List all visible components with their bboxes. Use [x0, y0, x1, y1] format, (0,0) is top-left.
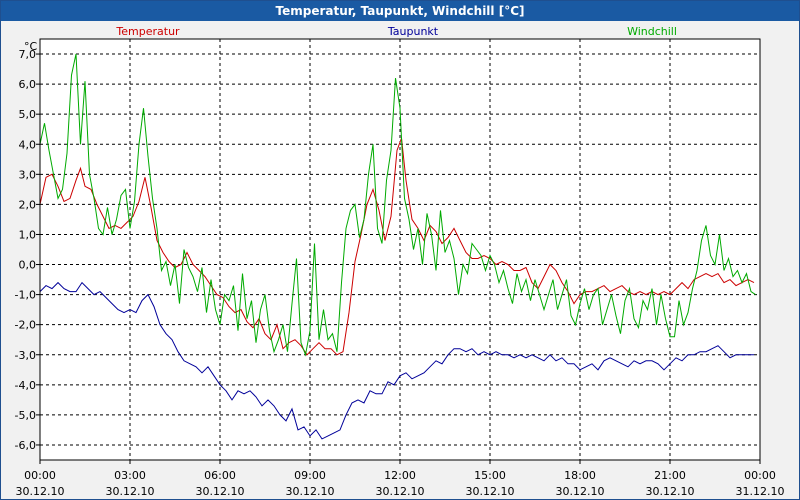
- x-tick-date-label: 30.12.10: [556, 485, 605, 498]
- y-tick-label: 3,0: [19, 168, 37, 181]
- x-tick-time-label: 18:00: [564, 469, 596, 482]
- y-tick-label: -2,0: [15, 319, 36, 332]
- chart-svg: -6,0 -5,0 -4,0 -3,0 -2,0 -1,0 0,0 1,0 2,0 3,0 4,0 5…: [15, 25, 785, 498]
- x-tick-time-label: 12:00: [384, 469, 416, 482]
- legend: Temperatur Taupunkt Windchill: [115, 25, 677, 38]
- y-tick-label: -1,0: [15, 289, 36, 302]
- legend-item-taupunkt: Taupunkt: [387, 25, 439, 38]
- x-tick-date-label: 30.12.10: [16, 485, 65, 498]
- y-tick-label: 6,0: [19, 78, 37, 91]
- x-tick-time-label: 21:00: [654, 469, 686, 482]
- x-tick-time-label: 09:00: [294, 469, 326, 482]
- y-tick-label: 5,0: [19, 108, 37, 121]
- legend-item-windchill: Windchill: [627, 25, 677, 38]
- x-tick-time-label: 15:00: [474, 469, 506, 482]
- x-tick-date-label: 31.12.10: [736, 485, 785, 498]
- x-tick-time-label: 00:00: [24, 469, 56, 482]
- x-tick-date-label: 30.12.10: [286, 485, 335, 498]
- y-tick-label: -3,0: [15, 349, 36, 362]
- y-tick-label: 4,0: [19, 138, 37, 151]
- y-tick-label: -5,0: [15, 409, 36, 422]
- y-tick-label: -4,0: [15, 379, 36, 392]
- x-tick-date-label: 30.12.10: [376, 485, 425, 498]
- x-tick-time-label: 00:00: [744, 469, 776, 482]
- x-tick-time-label: 03:00: [114, 469, 146, 482]
- y-tick-label: 0,0: [19, 259, 37, 272]
- x-tick-date-label: 30.12.10: [106, 485, 155, 498]
- y-axis: -6,0 -5,0 -4,0 -3,0 -2,0 -1,0 0,0 1,0 2,0 3,0 4,0 5…: [15, 48, 40, 452]
- x-tick-date-label: 30.12.10: [646, 485, 695, 498]
- y-axis-label: °C: [24, 40, 38, 53]
- x-tick-date-label: 30.12.10: [466, 485, 515, 498]
- y-tick-label: 1,0: [19, 228, 37, 241]
- y-tick-label: -6,0: [15, 439, 36, 452]
- legend-item-temperatur: Temperatur: [115, 25, 180, 38]
- y-tick-label: 2,0: [19, 198, 37, 211]
- x-axis: 00:00 30.12.10 03:00 30.12.10 06:00 30.12.10 0…: [16, 460, 785, 498]
- x-tick-date-label: 30.12.10: [196, 485, 245, 498]
- x-tick-time-label: 06:00: [204, 469, 236, 482]
